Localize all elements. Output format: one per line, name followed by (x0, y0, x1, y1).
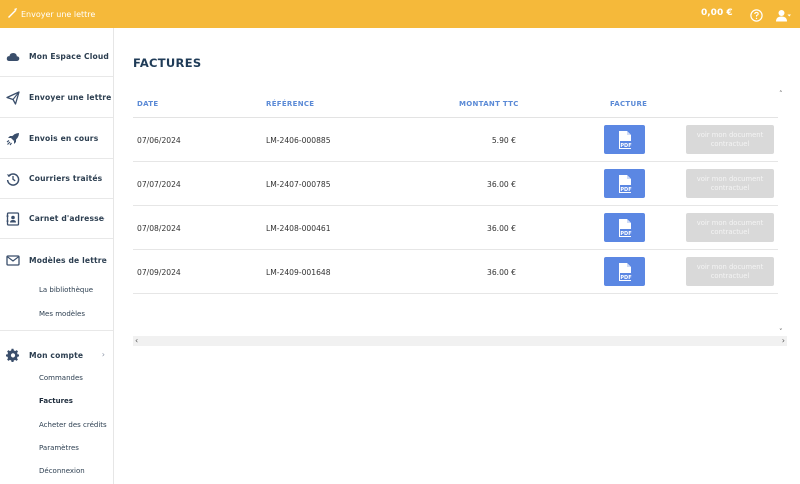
sidebar-item-envois-en-cours[interactable]: Envois en cours (0, 119, 113, 159)
table-header: DATE RÉFÉRENCE MONTANT TTC FACTURE (133, 90, 778, 118)
column-header-reference: RÉFÉRENCE (266, 100, 315, 108)
invoice-date: 07/07/2024 (137, 180, 181, 189)
sidebar-item-modeles-de-lettre[interactable]: Modèles de lettre › (0, 240, 113, 280)
sidebar-item-label: Courriers traités (29, 174, 103, 183)
download-pdf-button[interactable]: PDF (604, 257, 645, 286)
sidebar-item-label: Envoyer une lettre (29, 93, 112, 102)
view-contract-button[interactable]: voir mon document contractuel (686, 257, 774, 286)
view-contract-button[interactable]: voir mon document contractuel (686, 213, 774, 242)
send-letter-link[interactable]: Envoyer une lettre (6, 7, 95, 21)
sidebar-item-label: Carnet d'adresse (29, 214, 105, 223)
sidebar-subitem-deconnexion[interactable]: Déconnexion (39, 467, 85, 475)
svg-text:PDF: PDF (620, 230, 631, 236)
sidebar-item-mon-espace-cloud[interactable]: Mon Espace Cloud (0, 37, 113, 77)
invoice-amount: 36.00 € (487, 268, 516, 277)
help-icon[interactable] (750, 7, 763, 22)
sidebar-subitem-mes-modeles[interactable]: Mes modèles (39, 310, 85, 318)
sidebar-item-label: Modèles de lettre (29, 255, 107, 265)
history-icon (6, 172, 20, 186)
sidebar-item-label: Envois en cours (29, 134, 99, 143)
page-title: FACTURES (133, 56, 202, 70)
sidebar-item-courriers-traites[interactable]: Courriers traités (0, 159, 113, 199)
scroll-right-icon[interactable]: › (782, 336, 785, 345)
table-row: 07/08/2024 LM-2408-000461 36.00 € PDF vo… (133, 206, 778, 250)
scroll-up-icon[interactable]: ˄ (779, 90, 783, 98)
invoice-reference: LM-2407-000785 (266, 180, 331, 189)
envelope-icon (6, 253, 20, 267)
svg-text:PDF: PDF (620, 142, 631, 148)
chevron-right-icon: › (101, 214, 105, 223)
brand-label: Envoyer une lettre (21, 9, 96, 19)
cloud-icon (6, 50, 20, 64)
sidebar-item-label: Mon Espace Cloud (29, 52, 110, 61)
invoice-reference: LM-2409-001648 (266, 268, 331, 277)
horizontal-scrollbar[interactable]: ‹ › (133, 336, 787, 346)
table-row: 07/09/2024 LM-2409-001648 36.00 € PDF vo… (133, 250, 778, 294)
credit-balance[interactable]: 0,00 € (701, 8, 733, 18)
column-header-date: DATE (137, 100, 159, 108)
sidebar-subitem-commandes[interactable]: Commandes (39, 374, 83, 382)
sidebar-item-mon-compte[interactable]: Mon compte › (0, 335, 113, 375)
svg-text:PDF: PDF (620, 274, 631, 280)
table-row: 07/06/2024 LM-2406-000885 5.90 € PDF voi… (133, 118, 778, 162)
sidebar: Mon Espace Cloud Envoyer une lettre Envo… (0, 28, 114, 484)
scroll-down-icon[interactable]: ˅ (779, 328, 783, 336)
gear-icon (6, 348, 20, 362)
invoice-reference: LM-2406-000885 (266, 136, 331, 145)
table-row: 07/07/2024 LM-2407-000785 36.00 € PDF vo… (133, 162, 778, 206)
column-header-amount: MONTANT TTC (459, 100, 519, 108)
svg-text:PDF: PDF (620, 186, 631, 192)
column-header-invoice: FACTURE (610, 100, 648, 108)
sidebar-item-envoyer-une-lettre[interactable]: Envoyer une lettre (0, 78, 113, 118)
download-pdf-button[interactable]: PDF (604, 213, 645, 242)
invoice-reference: LM-2408-000461 (266, 224, 331, 233)
chevron-right-icon: › (101, 350, 105, 359)
invoice-date: 07/08/2024 (137, 224, 181, 233)
invoice-amount: 5.90 € (491, 136, 516, 145)
top-bar: Envoyer une lettre 0,00 € (0, 0, 800, 28)
invoice-date: 07/06/2024 (137, 136, 181, 145)
view-contract-button[interactable]: voir mon document contractuel (686, 169, 774, 198)
user-menu-icon[interactable] (776, 7, 791, 22)
pdf-file-icon: PDF (618, 174, 632, 193)
invoice-amount: 36.00 € (487, 180, 516, 189)
invoice-date: 07/09/2024 (137, 268, 181, 277)
sidebar-subitem-acheter-des-credits[interactable]: Acheter des crédits (39, 421, 107, 429)
sidebar-subitem-parametres[interactable]: Paramètres (39, 444, 79, 452)
chevron-right-icon: › (101, 255, 105, 264)
pdf-file-icon: PDF (618, 130, 632, 149)
sidebar-item-label: Mon compte (29, 350, 84, 360)
sidebar-subitem-factures[interactable]: Factures (39, 397, 73, 405)
main-content: FACTURES DATE RÉFÉRENCE MONTANT TTC FACT… (124, 28, 800, 484)
pdf-file-icon: PDF (618, 218, 632, 237)
invoice-amount: 36.00 € (487, 224, 516, 233)
invoice-table: DATE RÉFÉRENCE MONTANT TTC FACTURE 07/06… (133, 90, 787, 346)
vertical-scrollbar[interactable]: ˄ ˅ (778, 90, 787, 336)
quill-icon (6, 7, 21, 21)
view-contract-button[interactable]: voir mon document contractuel (686, 125, 774, 154)
address-book-icon (6, 211, 20, 226)
divider (0, 330, 113, 331)
download-pdf-button[interactable]: PDF (604, 169, 645, 198)
pdf-file-icon: PDF (618, 262, 632, 281)
scroll-left-icon[interactable]: ‹ (135, 336, 138, 345)
rocket-icon (6, 132, 20, 146)
paper-plane-icon (6, 90, 20, 105)
sidebar-subitem-la-bibliotheque[interactable]: La bibliothèque (39, 286, 93, 294)
download-pdf-button[interactable]: PDF (604, 125, 645, 154)
sidebar-item-carnet-d-adresse[interactable]: Carnet d'adresse › (0, 199, 113, 239)
